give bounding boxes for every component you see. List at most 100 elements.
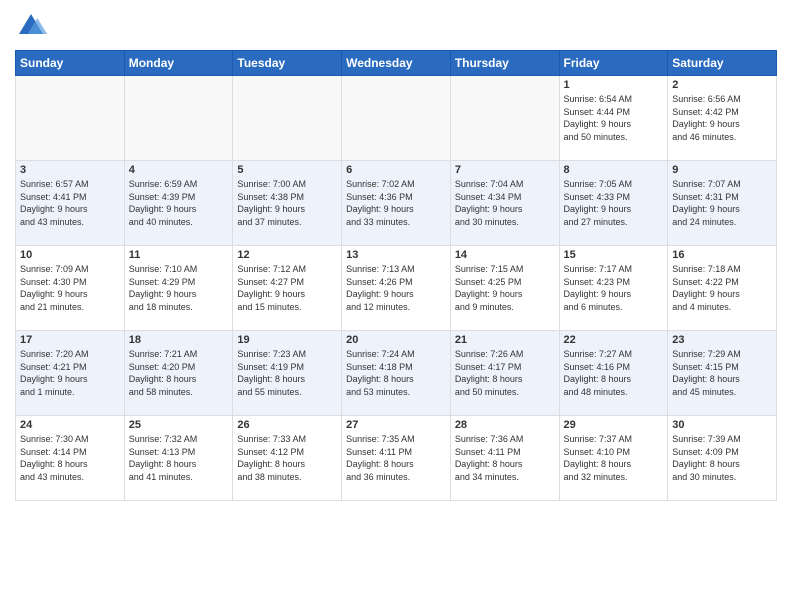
- day-info: Sunrise: 7:00 AM Sunset: 4:38 PM Dayligh…: [237, 178, 337, 228]
- day-number: 13: [346, 249, 446, 261]
- day-number: 26: [237, 419, 337, 431]
- day-number: 27: [346, 419, 446, 431]
- weekday-saturday: Saturday: [668, 51, 777, 76]
- day-number: 15: [564, 249, 664, 261]
- day-cell: 10 Sunrise: 7:09 AM Sunset: 4:30 PM Dayli…: [16, 246, 125, 331]
- logo-icon: [15, 10, 47, 42]
- day-info: Sunrise: 7:30 AM Sunset: 4:14 PM Dayligh…: [20, 433, 120, 483]
- day-cell: 24 Sunrise: 7:30 AM Sunset: 4:14 PM Dayli…: [16, 416, 125, 501]
- logo: [15, 10, 51, 42]
- day-number: 28: [455, 419, 555, 431]
- day-number: 6: [346, 164, 446, 176]
- day-info: Sunrise: 7:18 AM Sunset: 4:22 PM Dayligh…: [672, 263, 772, 313]
- day-info: Sunrise: 6:57 AM Sunset: 4:41 PM Dayligh…: [20, 178, 120, 228]
- day-info: Sunrise: 7:12 AM Sunset: 4:27 PM Dayligh…: [237, 263, 337, 313]
- day-cell: 28 Sunrise: 7:36 AM Sunset: 4:11 PM Dayli…: [450, 416, 559, 501]
- day-info: Sunrise: 7:32 AM Sunset: 4:13 PM Dayligh…: [129, 433, 229, 483]
- day-info: Sunrise: 7:20 AM Sunset: 4:21 PM Dayligh…: [20, 348, 120, 398]
- day-number: 10: [20, 249, 120, 261]
- week-row-1: 1 Sunrise: 6:54 AM Sunset: 4:44 PM Daylig…: [16, 76, 777, 161]
- day-info: Sunrise: 7:35 AM Sunset: 4:11 PM Dayligh…: [346, 433, 446, 483]
- day-cell: 6 Sunrise: 7:02 AM Sunset: 4:36 PM Daylig…: [342, 161, 451, 246]
- day-cell: 7Sunrise: 7:04 AM Sunset: 4:34 PM Daylig…: [450, 161, 559, 246]
- weekday-monday: Monday: [124, 51, 233, 76]
- calendar: SundayMondayTuesdayWednesdayThursdayFrid…: [15, 50, 777, 501]
- day-cell: 16 Sunrise: 7:18 AM Sunset: 4:22 PM Dayli…: [668, 246, 777, 331]
- day-number: 7: [455, 164, 555, 176]
- week-row-2: 3 Sunrise: 6:57 AM Sunset: 4:41 PM Daylig…: [16, 161, 777, 246]
- day-cell: 2 Sunrise: 6:56 AM Sunset: 4:42 PM Daylig…: [668, 76, 777, 161]
- day-info: Sunrise: 7:39 AM Sunset: 4:09 PM Dayligh…: [672, 433, 772, 483]
- day-number: 8: [564, 164, 664, 176]
- day-number: 18: [129, 334, 229, 346]
- day-info: Sunrise: 7:13 AM Sunset: 4:26 PM Dayligh…: [346, 263, 446, 313]
- day-number: 5: [237, 164, 337, 176]
- day-number: 23: [672, 334, 772, 346]
- day-cell: [124, 76, 233, 161]
- day-cell: 20 Sunrise: 7:24 AM Sunset: 4:18 PM Dayli…: [342, 331, 451, 416]
- day-number: 16: [672, 249, 772, 261]
- day-number: 17: [20, 334, 120, 346]
- week-row-5: 24 Sunrise: 7:30 AM Sunset: 4:14 PM Dayli…: [16, 416, 777, 501]
- day-number: 30: [672, 419, 772, 431]
- day-cell: 14Sunrise: 7:15 AM Sunset: 4:25 PM Dayli…: [450, 246, 559, 331]
- day-number: 11: [129, 249, 229, 261]
- day-info: Sunrise: 7:36 AM Sunset: 4:11 PM Dayligh…: [455, 433, 555, 483]
- day-number: 2: [672, 79, 772, 91]
- day-info: Sunrise: 7:29 AM Sunset: 4:15 PM Dayligh…: [672, 348, 772, 398]
- day-number: 3: [20, 164, 120, 176]
- day-cell: 12 Sunrise: 7:12 AM Sunset: 4:27 PM Dayli…: [233, 246, 342, 331]
- day-cell: 26Sunrise: 7:33 AM Sunset: 4:12 PM Dayli…: [233, 416, 342, 501]
- day-info: Sunrise: 7:09 AM Sunset: 4:30 PM Dayligh…: [20, 263, 120, 313]
- day-info: Sunrise: 7:02 AM Sunset: 4:36 PM Dayligh…: [346, 178, 446, 228]
- day-cell: 22Sunrise: 7:27 AM Sunset: 4:16 PM Dayli…: [559, 331, 668, 416]
- day-info: Sunrise: 6:59 AM Sunset: 4:39 PM Dayligh…: [129, 178, 229, 228]
- day-cell: [342, 76, 451, 161]
- day-number: 19: [237, 334, 337, 346]
- day-cell: 18Sunrise: 7:21 AM Sunset: 4:20 PM Dayli…: [124, 331, 233, 416]
- day-number: 21: [455, 334, 555, 346]
- header: [15, 10, 777, 42]
- day-info: Sunrise: 7:23 AM Sunset: 4:19 PM Dayligh…: [237, 348, 337, 398]
- day-cell: 1 Sunrise: 6:54 AM Sunset: 4:44 PM Daylig…: [559, 76, 668, 161]
- day-cell: [16, 76, 125, 161]
- day-number: 9: [672, 164, 772, 176]
- day-cell: 30 Sunrise: 7:39 AM Sunset: 4:09 PM Dayli…: [668, 416, 777, 501]
- weekday-thursday: Thursday: [450, 51, 559, 76]
- day-cell: 8 Sunrise: 7:05 AM Sunset: 4:33 PM Daylig…: [559, 161, 668, 246]
- day-cell: 4 Sunrise: 6:59 AM Sunset: 4:39 PM Daylig…: [124, 161, 233, 246]
- day-cell: [450, 76, 559, 161]
- day-info: Sunrise: 7:26 AM Sunset: 4:17 PM Dayligh…: [455, 348, 555, 398]
- day-info: Sunrise: 7:10 AM Sunset: 4:29 PM Dayligh…: [129, 263, 229, 313]
- day-number: 25: [129, 419, 229, 431]
- day-cell: 3 Sunrise: 6:57 AM Sunset: 4:41 PM Daylig…: [16, 161, 125, 246]
- day-info: Sunrise: 6:54 AM Sunset: 4:44 PM Dayligh…: [564, 93, 664, 143]
- day-cell: 17 Sunrise: 7:20 AM Sunset: 4:21 PM Dayli…: [16, 331, 125, 416]
- day-cell: 27 Sunrise: 7:35 AM Sunset: 4:11 PM Dayli…: [342, 416, 451, 501]
- weekday-header-row: SundayMondayTuesdayWednesdayThursdayFrid…: [16, 51, 777, 76]
- day-info: Sunrise: 7:37 AM Sunset: 4:10 PM Dayligh…: [564, 433, 664, 483]
- weekday-tuesday: Tuesday: [233, 51, 342, 76]
- day-number: 29: [564, 419, 664, 431]
- page: SundayMondayTuesdayWednesdayThursdayFrid…: [0, 0, 792, 612]
- day-cell: 29 Sunrise: 7:37 AM Sunset: 4:10 PM Dayli…: [559, 416, 668, 501]
- day-number: 12: [237, 249, 337, 261]
- day-cell: 25 Sunrise: 7:32 AM Sunset: 4:13 PM Dayli…: [124, 416, 233, 501]
- weekday-sunday: Sunday: [16, 51, 125, 76]
- day-number: 4: [129, 164, 229, 176]
- day-cell: 13 Sunrise: 7:13 AM Sunset: 4:26 PM Dayli…: [342, 246, 451, 331]
- day-number: 22: [564, 334, 664, 346]
- day-info: Sunrise: 7:24 AM Sunset: 4:18 PM Dayligh…: [346, 348, 446, 398]
- day-info: Sunrise: 7:07 AM Sunset: 4:31 PM Dayligh…: [672, 178, 772, 228]
- day-info: Sunrise: 6:56 AM Sunset: 4:42 PM Dayligh…: [672, 93, 772, 143]
- day-number: 20: [346, 334, 446, 346]
- day-number: 1: [564, 79, 664, 91]
- day-cell: 21 Sunrise: 7:26 AM Sunset: 4:17 PM Dayli…: [450, 331, 559, 416]
- day-info: Sunrise: 7:17 AM Sunset: 4:23 PM Dayligh…: [564, 263, 664, 313]
- day-info: Sunrise: 7:05 AM Sunset: 4:33 PM Dayligh…: [564, 178, 664, 228]
- weekday-wednesday: Wednesday: [342, 51, 451, 76]
- day-cell: 11 Sunrise: 7:10 AM Sunset: 4:29 PM Dayli…: [124, 246, 233, 331]
- day-cell: 5 Sunrise: 7:00 AM Sunset: 4:38 PM Daylig…: [233, 161, 342, 246]
- day-cell: 19 Sunrise: 7:23 AM Sunset: 4:19 PM Dayli…: [233, 331, 342, 416]
- day-number: 24: [20, 419, 120, 431]
